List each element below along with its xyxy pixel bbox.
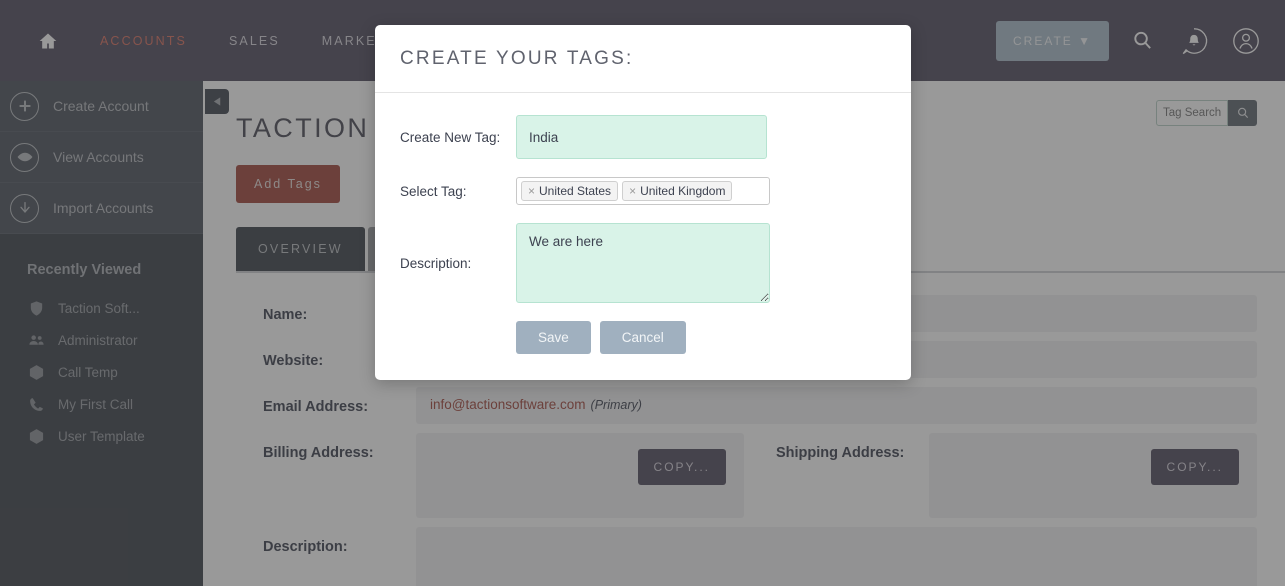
app-root: Accounts Sales Marketing CREATE ▼	[0, 0, 1285, 586]
description-textarea[interactable]	[516, 223, 770, 303]
cancel-button[interactable]: Cancel	[599, 321, 686, 354]
select-tag-label: Select Tag:	[400, 183, 467, 199]
tag-chip-label: United Kingdom	[640, 184, 726, 198]
tag-chip-united-kingdom[interactable]: × United Kingdom	[622, 181, 733, 201]
form-row-description: Description:	[375, 223, 911, 303]
new-tag-label: Create New Tag:	[400, 129, 501, 145]
modal-title: Create your tags:	[400, 47, 634, 69]
modal-button-row: Save Cancel	[375, 321, 911, 354]
remove-tag-icon[interactable]: ×	[629, 184, 636, 198]
select-tag-field[interactable]: × United States × United Kingdom	[516, 177, 770, 205]
modal-header: Create your tags:	[375, 25, 911, 93]
form-row-select-tag: Select Tag: × United States × United Kingd…	[375, 177, 911, 205]
tag-chip-united-states[interactable]: × United States	[521, 181, 619, 201]
tag-chip-label: United States	[539, 184, 612, 198]
description-label: Description:	[400, 255, 472, 271]
form-row-new-tag: Create New Tag:	[375, 115, 911, 159]
remove-tag-icon[interactable]: ×	[528, 184, 535, 198]
modal-body: Create New Tag: Select Tag: × United Stat…	[375, 93, 911, 380]
create-tags-modal: Create your tags: Create New Tag: Select…	[375, 25, 911, 380]
save-button[interactable]: Save	[516, 321, 591, 354]
new-tag-input[interactable]	[516, 115, 767, 159]
